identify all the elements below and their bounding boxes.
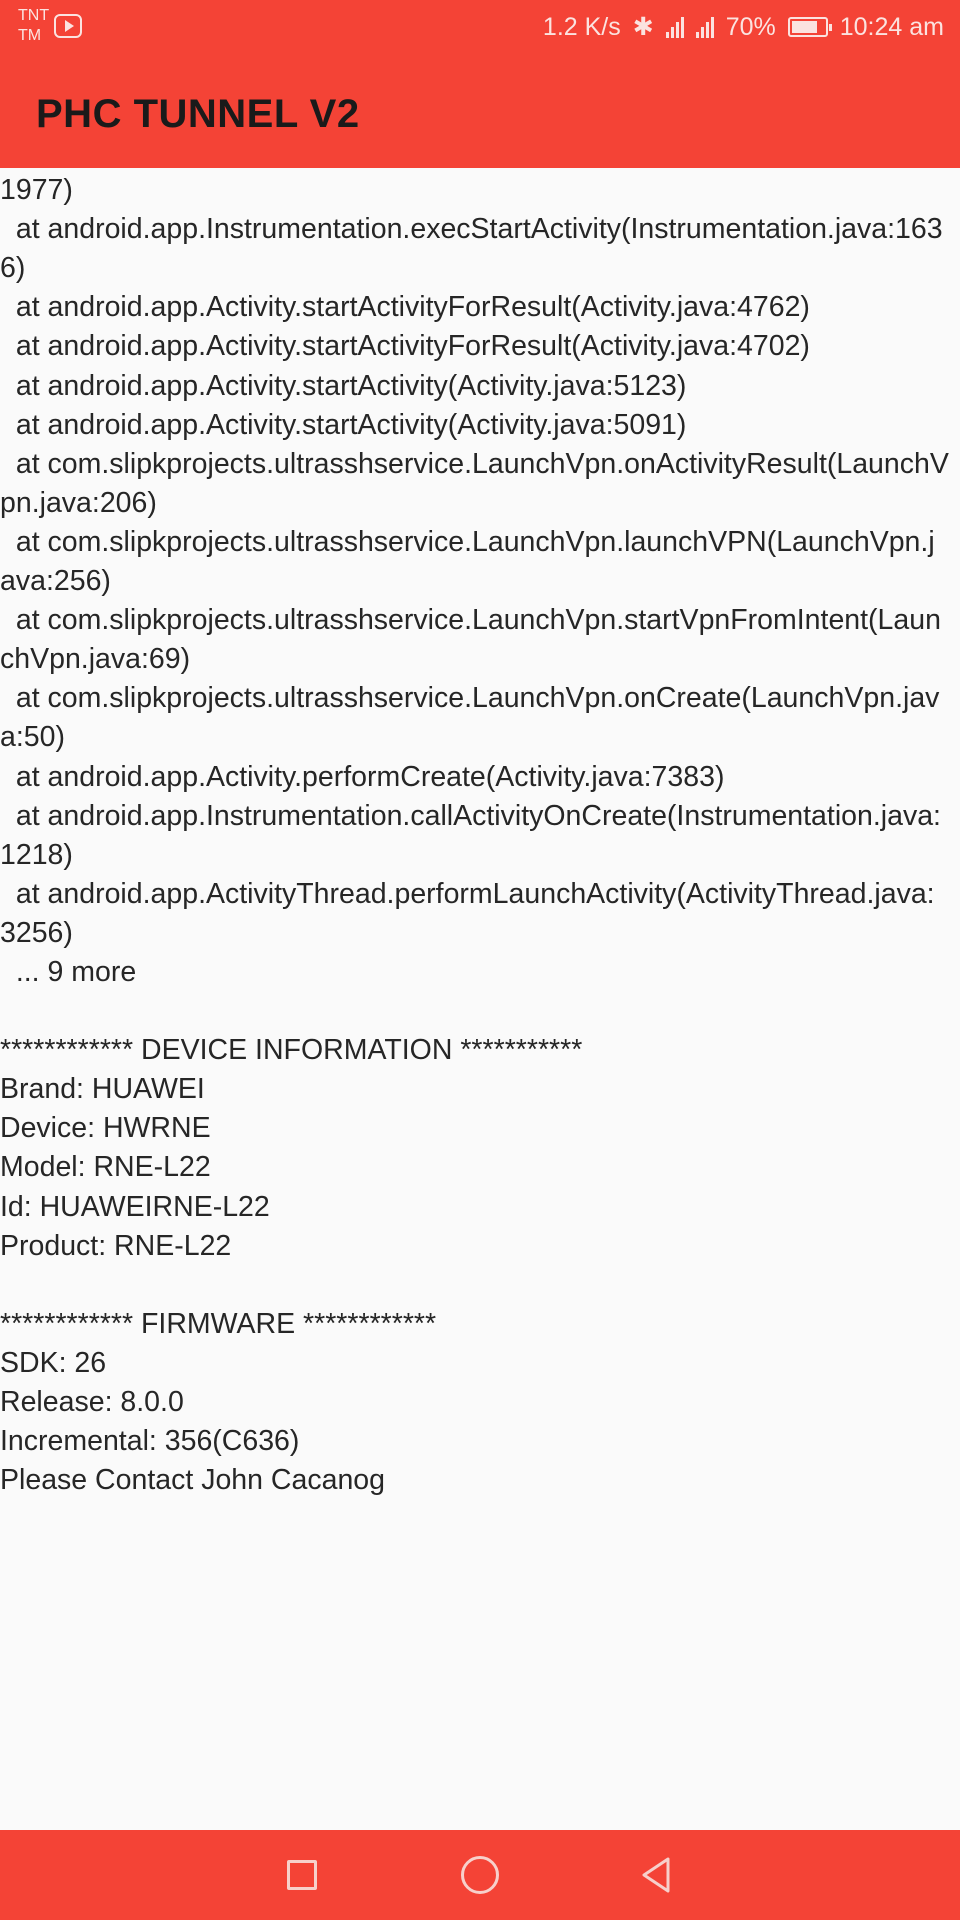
error-log-panel[interactable]: android.app.Instrumentation.checkStartAc… xyxy=(0,168,960,1830)
battery-icon xyxy=(787,17,832,37)
battery-percent: 70% xyxy=(725,12,776,41)
home-circle-icon[interactable] xyxy=(450,1845,510,1905)
error-log-text: android.app.Instrumentation.checkStartAc… xyxy=(0,174,949,1497)
back-triangle-icon[interactable] xyxy=(628,1845,688,1905)
carrier-line1: TNT xyxy=(18,7,50,24)
youtube-notification-icon xyxy=(54,14,82,38)
bluetooth-icon: ✱ xyxy=(632,13,654,41)
carrier-label: TNT TM xyxy=(18,6,49,46)
clock: 10:24 am xyxy=(839,12,944,41)
network-speed: 1.2 K/s xyxy=(542,12,621,41)
navigation-bar xyxy=(0,1830,960,1920)
status-bar: TNT TM 1.2 K/s ✱ 70% 10:24 am xyxy=(0,0,960,60)
recents-square-icon[interactable] xyxy=(272,1845,332,1905)
app-bar: PHC TUNNEL V2 xyxy=(0,60,960,168)
wifi-signal-icon xyxy=(665,16,684,38)
carrier-line2: TM xyxy=(18,27,42,44)
app-title: PHC TUNNEL V2 xyxy=(36,92,360,136)
cell-signal-icon xyxy=(695,16,714,38)
status-indicators: 1.2 K/s ✱ 70% 10:24 am xyxy=(543,12,944,42)
